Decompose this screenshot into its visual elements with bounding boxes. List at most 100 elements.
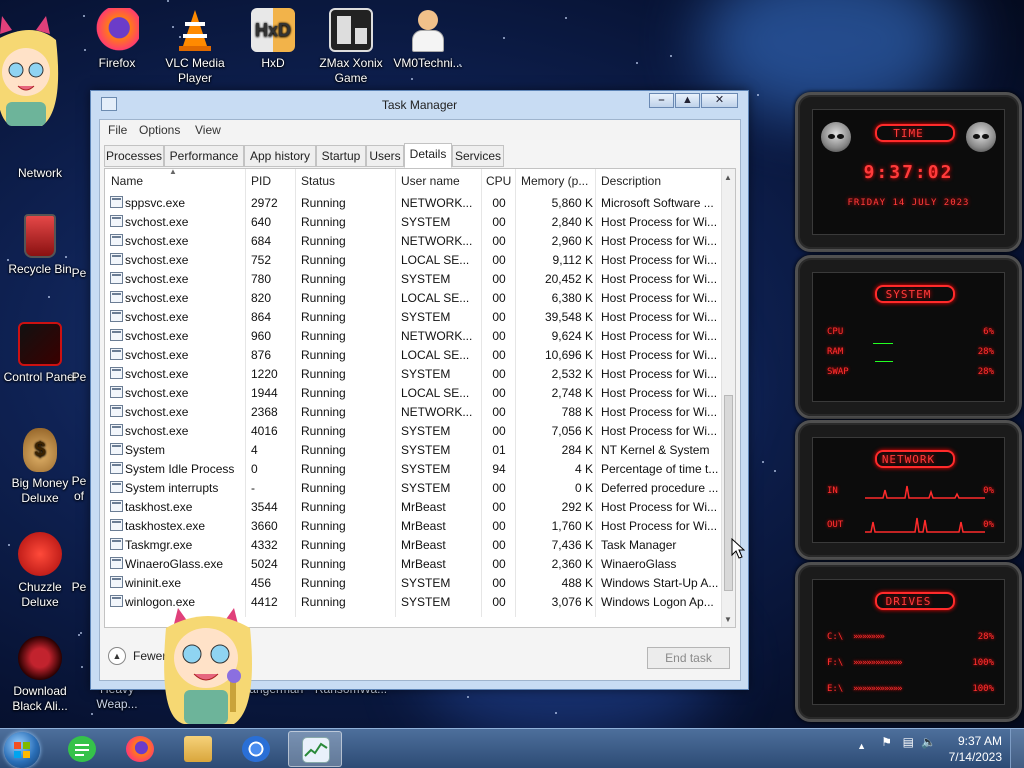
column-header-user-name[interactable]: User name <box>401 174 481 188</box>
table-row[interactable]: svchost.exe 864 Running SYSTEM 00 39,548 K Hos… <box>105 307 721 326</box>
tab-users[interactable]: Users <box>366 145 404 167</box>
table-row[interactable]: svchost.exe 1220 Running SYSTEM 00 2,532 K Hos… <box>105 364 721 383</box>
tab-app-history[interactable]: App history <box>244 145 316 167</box>
recycle-bin-icon <box>24 214 56 258</box>
menu-view[interactable]: View <box>195 123 221 137</box>
table-row[interactable]: svchost.exe 4016 Running SYSTEM 00 7,056 K Hos… <box>105 421 721 440</box>
table-row[interactable]: WinaeroGlass.exe 5024 Running MrBeast 00 2,36… <box>105 554 721 573</box>
desktop-icon-vm0technician[interactable]: VM0Techni... <box>388 8 468 71</box>
process-user: SYSTEM <box>401 367 451 381</box>
minimize-button[interactable]: ⎯ <box>649 93 674 108</box>
table-row[interactable]: svchost.exe 640 Running SYSTEM 00 2,840 K Host… <box>105 212 721 231</box>
table-row[interactable]: sppsvc.exe 2972 Running NETWORK... 00 5,860 K… <box>105 193 721 212</box>
desktop-icon-zmax-xonix[interactable]: ZMax Xonix Game <box>311 8 391 86</box>
tab-startup[interactable]: Startup <box>316 145 366 167</box>
tab-details[interactable]: Details <box>404 143 452 168</box>
swap-label: SWAP <box>827 367 849 377</box>
column-header-description[interactable]: Description <box>601 174 721 188</box>
menu-file[interactable]: File <box>108 123 127 137</box>
process-memory: 488 K <box>561 576 593 590</box>
process-description: NT Kernel & System <box>601 443 710 457</box>
table-row[interactable]: svchost.exe 876 Running LOCAL SE... 00 10,696… <box>105 345 721 364</box>
taskbar-clock[interactable]: 9:37 AM 7/14/2023 <box>949 733 1002 765</box>
taskbar-app-task-manager[interactable] <box>288 731 342 767</box>
chrome-icon <box>242 736 270 762</box>
table-row[interactable]: svchost.exe 2368 Running NETWORK... 00 788 K H… <box>105 402 721 421</box>
drive-value: 100% <box>972 658 994 668</box>
table-row[interactable]: svchost.exe 780 Running SYSTEM 00 20,452 K Hos… <box>105 269 721 288</box>
process-name: svchost.exe <box>125 424 189 438</box>
process-pid: 876 <box>251 348 272 362</box>
desktop-icon-chuzzle-deluxe[interactable]: Chuzzle Deluxe <box>0 532 80 610</box>
chevron-up-icon[interactable]: ▲ <box>108 647 126 665</box>
process-name: taskhostex.exe <box>125 519 206 533</box>
column-header-pid[interactable]: PID <box>251 174 295 188</box>
desktop-icon-hxd[interactable]: HxD HxD <box>233 8 313 71</box>
table-row[interactable]: svchost.exe 684 Running NETWORK... 00 2,960 K… <box>105 231 721 250</box>
title-bar[interactable]: Task Manager ⎯ ▲ ✕ <box>91 91 748 119</box>
tab-performance[interactable]: Performance <box>164 145 244 167</box>
taskbar-app-firefox[interactable] <box>113 731 167 767</box>
process-name: System Idle Process <box>125 462 235 476</box>
desktop-icon-vlc[interactable]: VLC Media Player <box>155 8 235 86</box>
process-cpu: 00 <box>492 481 506 495</box>
maximize-button[interactable]: ▲ <box>675 93 700 108</box>
process-icon <box>110 538 123 550</box>
process-cpu: 94 <box>492 462 506 476</box>
table-row[interactable]: System 4 Running SYSTEM 01 284 K NT Kernel & S… <box>105 440 721 459</box>
tab-services[interactable]: Services <box>452 145 504 167</box>
desktop-icon-label: Download Black Ali... <box>12 684 68 713</box>
table-row[interactable]: System Idle Process 0 Running SYSTEM 94 4 K Pe… <box>105 459 721 478</box>
action-center-flag-icon[interactable]: ⚑ <box>881 735 892 749</box>
process-pid: 3660 <box>251 519 278 533</box>
table-row[interactable]: svchost.exe 1944 Running LOCAL SE... 00 2,748… <box>105 383 721 402</box>
process-memory: 9,112 K <box>552 253 593 267</box>
table-row[interactable]: Taskmgr.exe 4332 Running MrBeast 00 7,436 K Ta… <box>105 535 721 554</box>
desktop-icon-firefox[interactable]: Firefox <box>77 8 157 71</box>
ram-label: RAM <box>827 347 844 357</box>
drive-value: 100% <box>972 684 994 694</box>
table-row[interactable]: taskhostex.exe 3660 Running MrBeast 00 1,760 … <box>105 516 721 535</box>
column-header-status[interactable]: Status <box>301 174 391 188</box>
column-header-cpu[interactable]: CPU <box>486 174 516 188</box>
desktop-icon-download-black-alienware[interactable]: Download Black Ali... <box>0 636 80 714</box>
taskbar-app-sticky-notes[interactable] <box>55 731 109 767</box>
table-row[interactable]: wininit.exe 456 Running SYSTEM 00 488 K Window… <box>105 573 721 592</box>
network-tray-icon[interactable]: ▤ <box>903 735 914 749</box>
drive-usage-bar: »»»»»»» <box>853 632 885 642</box>
table-row[interactable]: taskhost.exe 3544 Running MrBeast 00 292 K Hos… <box>105 497 721 516</box>
column-header-name[interactable]: Name <box>111 174 241 188</box>
process-pid: 684 <box>251 234 272 248</box>
process-memory: 788 K <box>561 405 593 419</box>
desktop-icon-label: Firefox <box>98 56 136 70</box>
widget-system-title: SYSTEM <box>885 288 932 301</box>
desktop-icon-label: VM0Techni... <box>393 56 463 70</box>
end-task-button[interactable]: End task <box>647 647 730 669</box>
table-row[interactable]: svchost.exe 752 Running LOCAL SE... 00 9,112 … <box>105 250 721 269</box>
scroll-down-arrow-icon[interactable]: ▼ <box>724 615 732 624</box>
scrollbar-thumb[interactable] <box>724 395 733 591</box>
volume-icon[interactable]: 🔈 <box>921 735 936 749</box>
process-cpu: 00 <box>492 500 506 514</box>
column-header-memory[interactable]: Memory (p... <box>521 174 593 188</box>
start-button[interactable] <box>4 732 40 768</box>
show-hidden-icons-icon[interactable]: ▲ <box>857 741 866 751</box>
table-row[interactable]: svchost.exe 960 Running NETWORK... 00 9,624 K… <box>105 326 721 345</box>
close-button[interactable]: ✕ <box>701 93 738 108</box>
taskbar-app-file-explorer[interactable] <box>171 731 225 767</box>
table-row[interactable]: System interrupts - Running SYSTEM 00 0 K Defe… <box>105 478 721 497</box>
tab-processes[interactable]: Processes <box>104 145 164 167</box>
show-desktop-button[interactable] <box>1010 729 1024 768</box>
scroll-up-arrow-icon[interactable]: ▲ <box>724 173 732 182</box>
process-name: svchost.exe <box>125 310 189 324</box>
process-name: svchost.exe <box>125 253 189 267</box>
taskbar-app-chrome[interactable] <box>229 731 283 767</box>
control-panel-icon <box>18 322 62 366</box>
process-description: WinaeroGlass <box>601 557 677 571</box>
process-user: MrBeast <box>401 500 446 514</box>
table-row[interactable]: svchost.exe 820 Running LOCAL SE... 00 6,380 … <box>105 288 721 307</box>
process-cpu: 00 <box>492 234 506 248</box>
process-status: Running <box>301 253 346 267</box>
menu-options[interactable]: Options <box>139 123 180 137</box>
process-name: taskhost.exe <box>125 500 193 514</box>
